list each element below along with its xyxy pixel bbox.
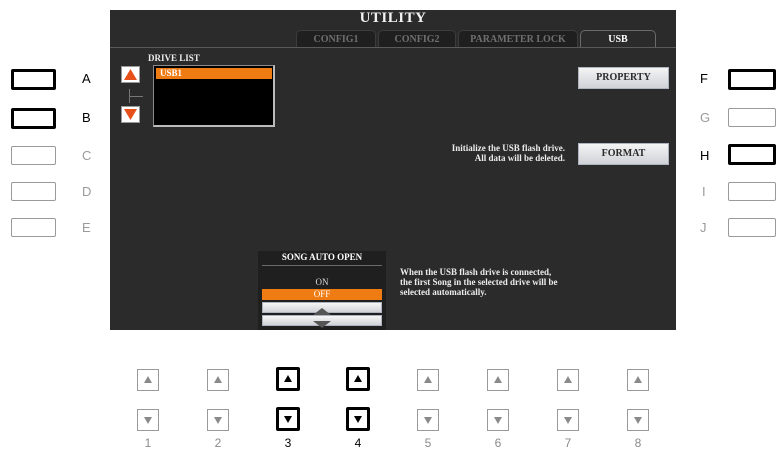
side-button-i[interactable]: [728, 182, 776, 201]
bottom-button-number-6: 6: [494, 436, 502, 450]
side-button-label-i: I: [702, 184, 706, 199]
triangle-down-icon: [564, 417, 572, 424]
triangle-up-icon: [214, 376, 222, 383]
side-button-b[interactable]: [11, 108, 56, 129]
side-button-label-d: D: [82, 184, 92, 199]
triangle-up-icon: [424, 376, 432, 383]
song-auto-open-option-off[interactable]: OFF: [262, 289, 382, 300]
drive-list-item-usb1[interactable]: USB1: [156, 68, 272, 79]
format-description-line1: Initialize the USB flash drive.: [451, 143, 565, 153]
triangle-up-icon: [494, 376, 502, 383]
bottom-down-button-4[interactable]: [346, 407, 370, 431]
tab-config2[interactable]: CONFIG2: [378, 30, 456, 48]
bottom-up-button-1[interactable]: [137, 369, 159, 391]
bottom-up-button-7[interactable]: [557, 369, 579, 391]
side-button-e[interactable]: [11, 218, 56, 237]
side-button-h[interactable]: [728, 144, 776, 165]
triangle-up-icon: [124, 69, 137, 80]
song-auto-open-up-button[interactable]: [262, 302, 382, 315]
side-button-label-b: B: [82, 110, 91, 125]
format-description: Initialize the USB flash drive. All data…: [380, 143, 565, 163]
triangle-down-icon: [634, 417, 642, 424]
triangle-down-icon: [424, 417, 432, 424]
screen-title: UTILITY: [359, 10, 427, 26]
song-auto-open-down-button[interactable]: [262, 315, 382, 328]
bottom-up-button-2[interactable]: [207, 369, 229, 391]
bottom-button-number-3: 3: [284, 436, 292, 450]
bottom-down-button-6[interactable]: [487, 409, 509, 431]
side-button-j[interactable]: [728, 218, 776, 237]
tab-config1[interactable]: CONFIG1: [296, 30, 376, 48]
triangle-down-icon: [354, 416, 362, 423]
bottom-up-button-8[interactable]: [627, 369, 649, 391]
bottom-button-number-4: 4: [354, 436, 362, 450]
bottom-up-button-3[interactable]: [276, 367, 300, 391]
triangle-up-icon: [564, 376, 572, 383]
bottom-button-number-5: 5: [424, 436, 432, 450]
tab-parameter-lock[interactable]: PARAMETER LOCK: [458, 30, 578, 48]
side-button-label-h: H: [700, 148, 710, 163]
drive-up-button[interactable]: [121, 66, 140, 83]
triangle-up-icon: [634, 376, 642, 383]
bottom-button-number-7: 7: [564, 436, 572, 450]
drive-list[interactable]: USB1: [153, 65, 275, 127]
bottom-button-number-1: 1: [144, 436, 152, 450]
side-button-label-e: E: [82, 220, 91, 235]
side-button-label-f: F: [700, 71, 708, 86]
lcd-screen: UTILITY CONFIG1 CONFIG2 PARAMETER LOCK U…: [110, 10, 676, 330]
format-description-line2: All data will be deleted.: [474, 153, 565, 163]
side-button-label-g: G: [700, 110, 711, 125]
triangle-down-icon: [313, 321, 331, 328]
song-desc-line2: the first Song in the selected drive wil…: [400, 277, 558, 287]
triangle-down-icon: [494, 417, 502, 424]
song-desc-line3: selected automatically.: [400, 287, 487, 297]
bottom-up-button-4[interactable]: [346, 367, 370, 391]
song-auto-open-divider: [262, 265, 382, 266]
song-desc-line1: When the USB flash drive is connected,: [400, 267, 552, 277]
drive-list-label: DRIVE LIST: [148, 53, 200, 63]
bottom-button-number-8: 8: [634, 436, 642, 450]
side-button-g[interactable]: [728, 108, 776, 127]
bottom-down-button-1[interactable]: [137, 409, 159, 431]
song-auto-open-panel: SONG AUTO OPEN ON OFF: [258, 251, 386, 330]
bottom-down-button-5[interactable]: [417, 409, 439, 431]
triangle-down-icon: [124, 109, 137, 120]
triangle-down-icon: [144, 417, 152, 424]
bottom-down-button-3[interactable]: [276, 407, 300, 431]
side-button-label-j: J: [700, 220, 707, 235]
triangle-down-icon: [284, 416, 292, 423]
bottom-down-button-2[interactable]: [207, 409, 229, 431]
property-button[interactable]: PROPERTY: [578, 67, 669, 89]
triangle-down-icon: [214, 417, 222, 424]
arrow-connector-horizontal: [129, 96, 143, 97]
bottom-down-button-7[interactable]: [557, 409, 579, 431]
song-auto-open-description: When the USB flash drive is connected, t…: [400, 267, 640, 297]
song-auto-open-title: SONG AUTO OPEN: [281, 252, 363, 262]
tab-divider: [110, 47, 676, 48]
triangle-up-icon: [354, 375, 362, 382]
bottom-button-number-2: 2: [214, 436, 222, 450]
side-button-label-c: C: [82, 148, 92, 163]
side-button-f[interactable]: [728, 69, 776, 90]
triangle-up-icon: [144, 376, 152, 383]
drive-down-button[interactable]: [121, 106, 140, 123]
side-button-d[interactable]: [11, 182, 56, 201]
bottom-up-button-5[interactable]: [417, 369, 439, 391]
triangle-up-icon: [284, 375, 292, 382]
bottom-down-button-8[interactable]: [627, 409, 649, 431]
bottom-up-button-6[interactable]: [487, 369, 509, 391]
side-button-label-a: A: [82, 71, 91, 86]
song-auto-open-option-on[interactable]: ON: [258, 277, 386, 288]
format-button[interactable]: FORMAT: [578, 143, 669, 165]
tab-usb[interactable]: USB: [580, 30, 656, 48]
side-button-a[interactable]: [11, 69, 56, 90]
side-button-c[interactable]: [11, 146, 56, 165]
